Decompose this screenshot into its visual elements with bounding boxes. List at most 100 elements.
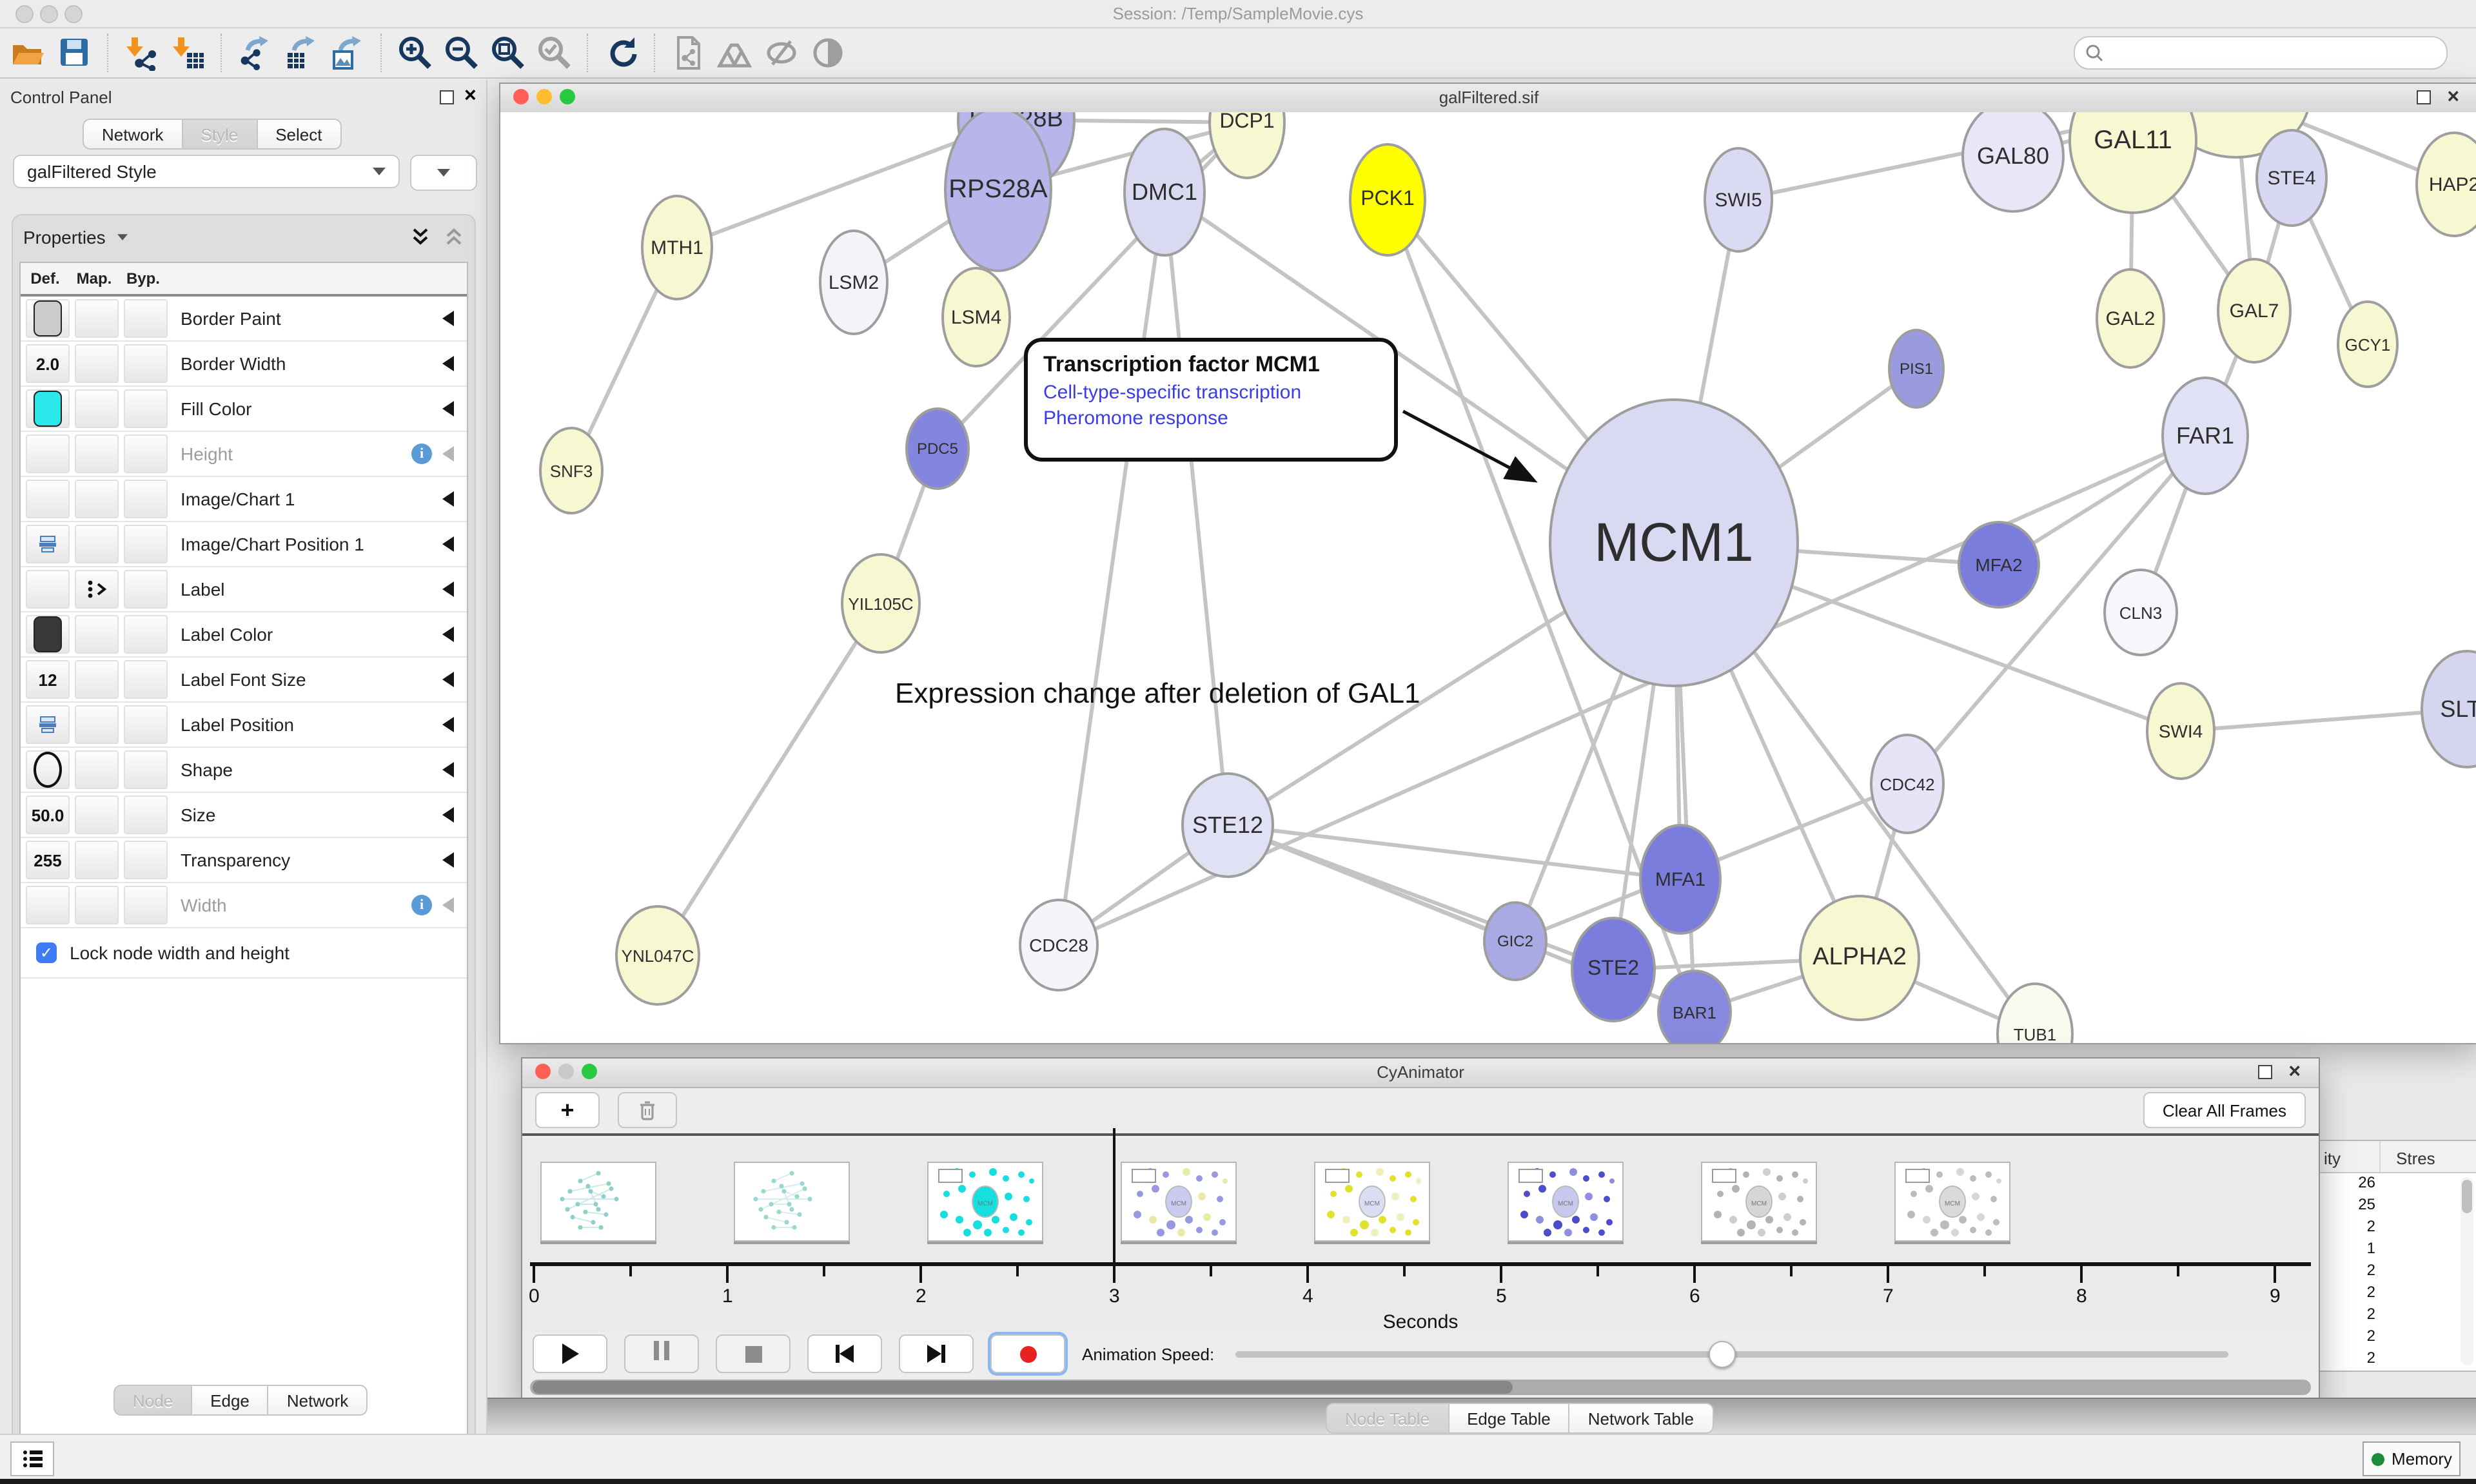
expand-property-arrow[interactable]: [442, 762, 454, 777]
new-network-from-selection-icon[interactable]: [665, 31, 712, 75]
expand-property-arrow[interactable]: [442, 536, 454, 552]
float-window-icon[interactable]: [2258, 1065, 2272, 1079]
apply-layout-icon[interactable]: [598, 31, 645, 75]
table-cell-value[interactable]: 2: [2319, 1305, 2476, 1327]
go-to-start-button[interactable]: [807, 1334, 882, 1373]
lock-node-size-checkbox[interactable]: ✓: [36, 942, 57, 963]
table-cell-value[interactable]: 25: [2319, 1195, 2476, 1217]
timeline-frame-4[interactable]: MCM: [1314, 1162, 1430, 1242]
property-row-height[interactable]: Heighti: [21, 432, 467, 477]
hide-graphics-details-icon[interactable]: [758, 31, 805, 75]
timeline-playhead[interactable]: [1113, 1128, 1115, 1262]
tab-node-style[interactable]: Node: [113, 1385, 191, 1416]
table-cell-value[interactable]: 2: [2319, 1261, 2476, 1283]
expand-property-arrow[interactable]: [442, 807, 454, 823]
network-node-mcm1[interactable]: MCM1: [1549, 398, 1799, 687]
expand-property-arrow[interactable]: [442, 446, 454, 462]
network-node-cdc42[interactable]: CDC42: [1870, 734, 1945, 834]
collapse-all-icon[interactable]: [444, 227, 464, 248]
table-cell-value[interactable]: 2: [2319, 1349, 2476, 1371]
property-row-image-chart-position-1[interactable]: Image/Chart Position 1: [21, 522, 467, 567]
tab-network-style[interactable]: Network: [268, 1385, 368, 1416]
network-node-swi5[interactable]: SWI5: [1704, 147, 1773, 253]
network-node-cln3[interactable]: CLN3: [2103, 569, 2178, 656]
column-header-stress[interactable]: Stres: [2381, 1141, 2476, 1172]
property-row-width[interactable]: Widthi: [21, 883, 467, 928]
network-node-hap2[interactable]: HAP2: [2415, 132, 2476, 237]
network-node-tub1[interactable]: TUB1: [1996, 982, 2074, 1043]
property-row-border-paint[interactable]: Border Paint: [21, 297, 467, 342]
network-node-lsm2[interactable]: LSM2: [819, 229, 889, 335]
property-row-transparency[interactable]: 255Transparency: [21, 838, 467, 883]
tab-style[interactable]: Style: [181, 119, 256, 150]
scrollbar-thumb[interactable]: [533, 1381, 1512, 1394]
property-row-image-chart-1[interactable]: Image/Chart 1: [21, 477, 467, 522]
table-scrollbar[interactable]: [2461, 1177, 2473, 1365]
timeline-scrollbar[interactable]: [530, 1380, 2311, 1395]
table-cell-value[interactable]: 2: [2319, 1217, 2476, 1239]
property-row-label-color[interactable]: Label Color: [21, 612, 467, 658]
network-node-pis1[interactable]: PIS1: [1888, 329, 1945, 409]
property-row-label-position[interactable]: Label Position: [21, 703, 467, 748]
expand-property-arrow[interactable]: [442, 672, 454, 687]
show-graphics-details-icon[interactable]: [805, 31, 851, 75]
export-network-icon[interactable]: [232, 31, 279, 75]
network-node-far1[interactable]: FAR1: [2161, 376, 2249, 495]
network-node-rps28a[interactable]: RPS28A: [944, 112, 1052, 272]
tab-edge-style[interactable]: Edge: [191, 1385, 268, 1416]
style-selector[interactable]: galFiltered Style: [13, 155, 400, 188]
network-node-swi4[interactable]: SWI4: [2146, 682, 2216, 780]
network-node-cdc28[interactable]: CDC28: [1019, 899, 1099, 991]
cyanimator-titlebar[interactable]: CyAnimator ×: [522, 1059, 2319, 1088]
timeline-frame-1[interactable]: [734, 1162, 850, 1242]
show-panels-button[interactable]: [10, 1441, 54, 1476]
go-to-end-button[interactable]: [899, 1334, 974, 1373]
network-node-ynl047c[interactable]: YNL047C: [615, 905, 700, 1006]
network-node-snf3[interactable]: SNF3: [539, 427, 604, 514]
stop-button[interactable]: [716, 1334, 791, 1373]
network-node-gcy1[interactable]: GCY1: [2337, 300, 2399, 388]
export-image-icon[interactable]: [325, 31, 371, 75]
export-table-icon[interactable]: [279, 31, 325, 75]
network-node-ste12[interactable]: STE12: [1181, 772, 1274, 878]
slider-thumb[interactable]: [1709, 1340, 1736, 1367]
property-row-label[interactable]: Label: [21, 567, 467, 612]
expand-property-arrow[interactable]: [442, 581, 454, 597]
expand-property-arrow[interactable]: [442, 717, 454, 732]
timeline[interactable]: MCMMCMMCMMCMMCMMCM 0123456789 Seconds: [522, 1138, 2319, 1332]
expand-property-arrow[interactable]: [442, 852, 454, 868]
network-canvas[interactable]: RPS28BDCP1GAL80GAL11RPS28ADMC1PCK1SWI5ST…: [500, 112, 2476, 1043]
float-panel-icon[interactable]: [440, 90, 454, 104]
network-node-ste4[interactable]: STE4: [2255, 129, 2328, 227]
info-icon[interactable]: i: [411, 444, 432, 464]
column-header-connectivity[interactable]: ity: [2319, 1141, 2381, 1172]
record-button[interactable]: [990, 1334, 1065, 1373]
add-frame-button[interactable]: +: [535, 1092, 600, 1128]
tab-node-table[interactable]: Node Table: [1326, 1403, 1448, 1434]
network-node-yil105c[interactable]: YIL105C: [841, 553, 921, 654]
property-row-border-width[interactable]: 2.0Border Width: [21, 342, 467, 387]
network-window-titlebar[interactable]: galFiltered.sif ×: [500, 84, 2476, 113]
network-node-gic2[interactable]: GIC2: [1483, 901, 1548, 981]
table-cell-value[interactable]: 1: [2319, 1239, 2476, 1261]
property-row-label-font-size[interactable]: 12Label Font Size: [21, 658, 467, 703]
zoom-in-icon[interactable]: [392, 31, 438, 75]
network-node-mth1[interactable]: MTH1: [641, 195, 713, 300]
memory-button[interactable]: Memory: [2363, 1441, 2461, 1476]
clear-all-frames-button[interactable]: Clear All Frames: [2143, 1092, 2306, 1128]
tab-network[interactable]: Network: [83, 119, 181, 150]
tab-select[interactable]: Select: [256, 119, 341, 150]
find-network-icon[interactable]: [712, 31, 758, 75]
network-node-dcp1[interactable]: DCP1: [1208, 112, 1286, 179]
close-view-icon[interactable]: ×: [2447, 86, 2459, 110]
expand-property-arrow[interactable]: [442, 311, 454, 326]
scrollbar-thumb[interactable]: [2462, 1180, 2472, 1213]
expand-all-icon[interactable]: [410, 227, 431, 248]
save-session-icon[interactable]: [52, 31, 98, 75]
zoom-fit-icon[interactable]: [485, 31, 531, 75]
info-icon[interactable]: i: [411, 895, 432, 915]
expand-property-arrow[interactable]: [442, 491, 454, 507]
table-cell-value[interactable]: 2: [2319, 1327, 2476, 1349]
network-node-mfa1[interactable]: MFA1: [1639, 824, 1722, 935]
timeline-frame-3[interactable]: MCM: [1121, 1162, 1237, 1242]
